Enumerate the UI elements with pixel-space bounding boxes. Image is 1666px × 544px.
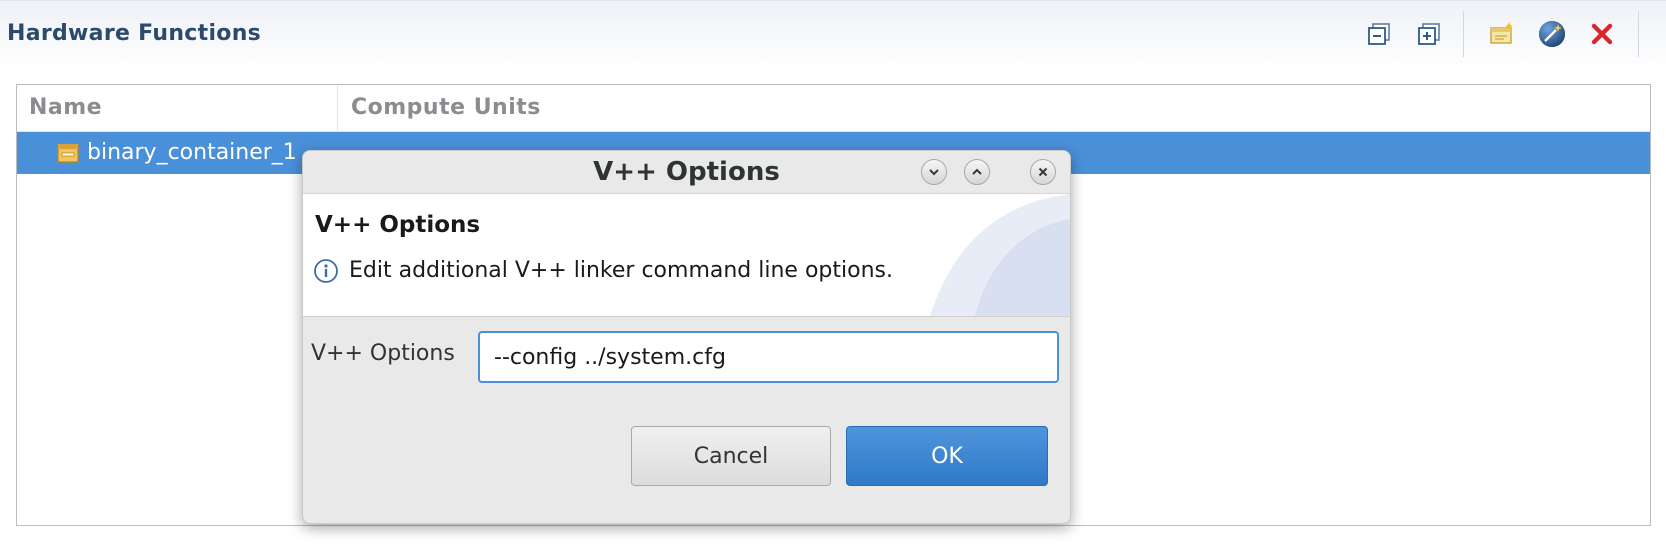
collapse-all-icon[interactable] — [1364, 19, 1394, 49]
cancel-button[interactable]: Cancel — [631, 426, 831, 486]
add-function-icon[interactable] — [1487, 19, 1517, 49]
wand-icon[interactable] — [1537, 19, 1567, 49]
dialog-titlebar[interactable]: V++ Options — [303, 151, 1070, 194]
toolbar-separator — [1638, 11, 1639, 57]
vpp-options-dialog: V++ Options V++ Options Edit additional … — [302, 150, 1071, 524]
table-header: Name Compute Units — [17, 85, 1650, 132]
column-header-compute-units[interactable]: Compute Units — [351, 85, 541, 131]
section-title: Hardware Functions — [7, 21, 262, 46]
hardware-functions-view: Hardware Functions Name Compute Units bi… — [0, 0, 1666, 544]
column-header-name[interactable]: Name — [29, 85, 102, 131]
section-header: Hardware Functions — [0, 0, 1666, 71]
column-divider[interactable] — [337, 85, 338, 131]
close-icon — [1038, 167, 1048, 177]
close-button[interactable] — [1030, 159, 1056, 185]
dialog-title: V++ Options — [593, 157, 780, 187]
vpp-options-input[interactable] — [478, 331, 1059, 383]
row-name: binary_container_1 — [87, 140, 297, 165]
vpp-options-label: V++ Options — [311, 341, 455, 366]
dialog-banner: V++ Options Edit additional V++ linker c… — [303, 194, 1070, 317]
remove-icon[interactable] — [1587, 19, 1617, 49]
chevron-down-icon — [929, 169, 939, 176]
binary-container-icon — [57, 143, 79, 163]
ok-button[interactable]: OK — [846, 426, 1048, 486]
maximize-button[interactable] — [964, 159, 990, 185]
info-icon — [314, 259, 338, 283]
banner-description: Edit additional V++ linker command line … — [349, 258, 893, 283]
banner-title: V++ Options — [315, 212, 481, 238]
chevron-up-icon — [972, 168, 982, 175]
toolbar-separator — [1463, 11, 1464, 57]
expand-all-icon[interactable] — [1414, 19, 1444, 49]
minimize-button[interactable] — [921, 159, 947, 185]
banner-decoration-icon — [930, 194, 1070, 316]
